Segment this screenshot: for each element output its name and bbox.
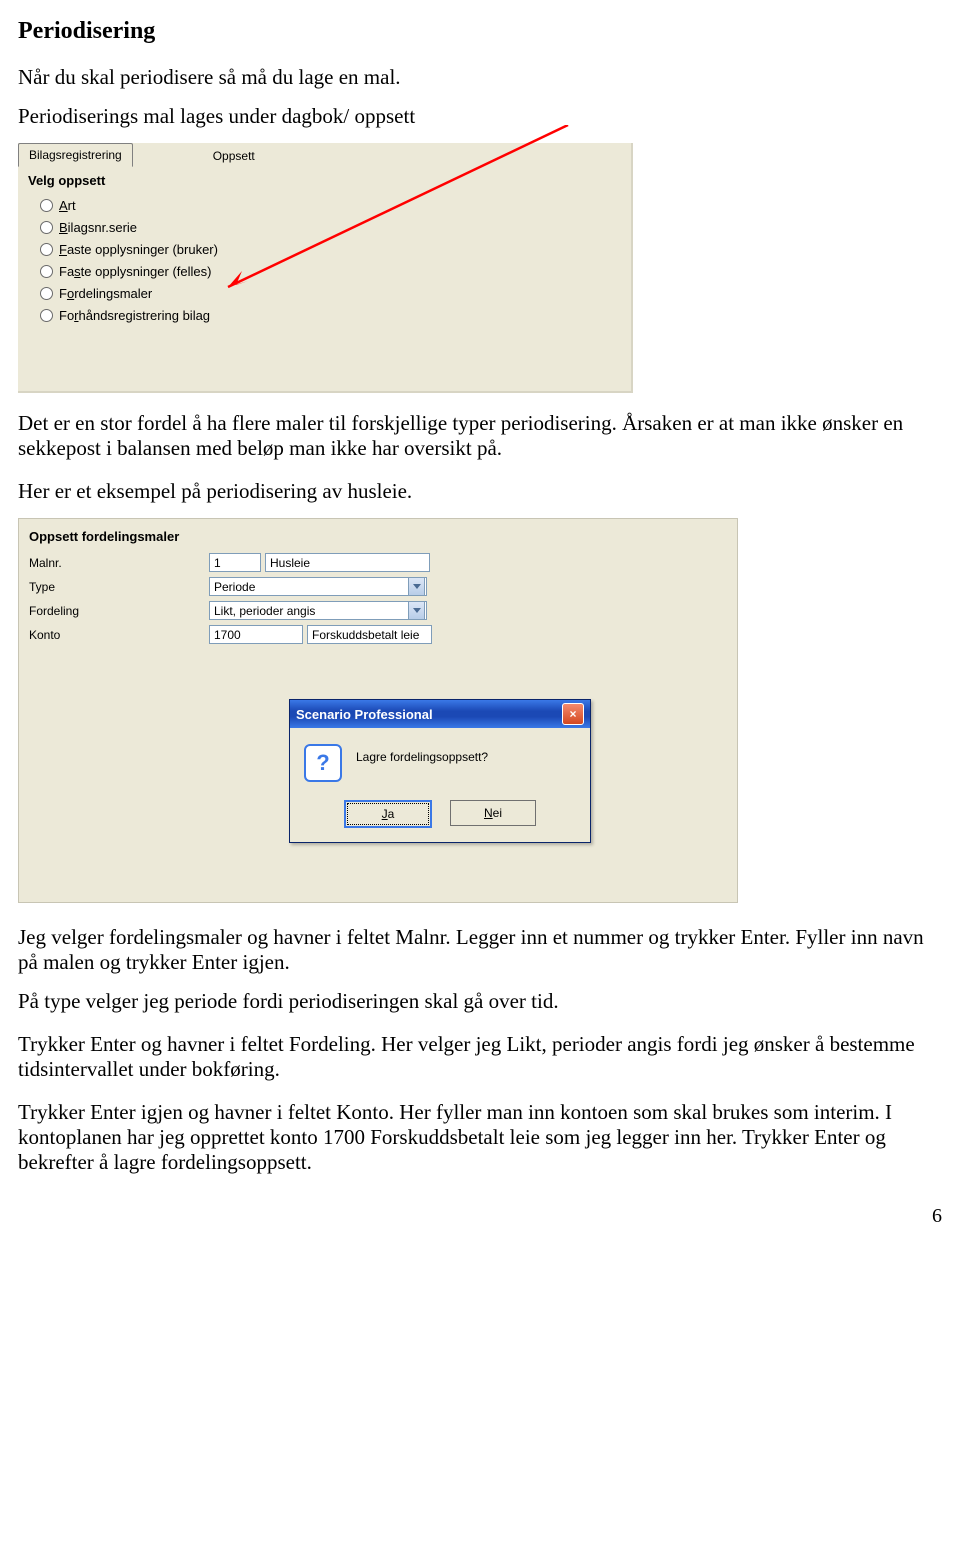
radio-icon: [40, 199, 53, 212]
dialog-titlebar: Scenario Professional ×: [290, 700, 590, 728]
body-para-2: På type velger jeg periode fordi periodi…: [18, 989, 942, 1014]
radio-icon: [40, 243, 53, 256]
fordeling-label: Fordeling: [29, 604, 209, 618]
yes-button[interactable]: ​Ja: [344, 800, 432, 828]
oppsett-panel: Bilagsregistrering Oppsett Velg oppsett …: [18, 143, 633, 393]
type-select[interactable]: Periode: [209, 577, 427, 596]
dialog-title: Scenario Professional: [296, 707, 433, 722]
tab-oppsett[interactable]: Oppsett: [203, 144, 265, 167]
malnr-label: Malnr.: [29, 556, 209, 570]
page-title: Periodisering: [18, 18, 942, 45]
radio-fordelingsmaler[interactable]: Fordelingsmaler: [40, 282, 631, 304]
intro-line-1: Når du skal periodisere så må du lage en…: [18, 65, 942, 90]
radio-icon: [40, 309, 53, 322]
page-number: 6: [18, 1205, 942, 1228]
radio-label: Bilagsnr.serie: [59, 220, 137, 235]
radio-list: Art Bilagsnr.serie Faste opplysninger (b…: [40, 194, 631, 326]
malnr-field[interactable]: 1: [209, 553, 261, 572]
row-type: Type Periode: [29, 577, 427, 596]
tab-bar: Bilagsregistrering Oppsett: [18, 143, 631, 167]
radio-label: Fordelingsmaler: [59, 286, 152, 301]
radio-label: Forhåndsregistrering bilag: [59, 308, 210, 323]
row-malnr: Malnr. 1 Husleie: [29, 553, 430, 572]
radio-label: Art: [59, 198, 76, 213]
mid-para-1: Det er en stor fordel å ha flere maler t…: [18, 411, 942, 461]
intro-line-2: Periodiserings mal lages under dagbok/ o…: [18, 104, 942, 129]
radio-art[interactable]: Art: [40, 194, 631, 216]
fordelingsmaler-panel: Oppsett fordelingsmaler Malnr. 1 Husleie…: [18, 518, 738, 903]
radio-label: Faste opplysninger (felles): [59, 264, 211, 279]
type-label: Type: [29, 580, 209, 594]
body-para-4: Trykker Enter igjen og havner i feltet K…: [18, 1100, 942, 1175]
row-fordeling: Fordeling Likt, perioder angis: [29, 601, 427, 620]
confirm-dialog: Scenario Professional × ? Lagre fordelin…: [289, 699, 591, 843]
konto-field[interactable]: 1700: [209, 625, 303, 644]
body-para-3: Trykker Enter og havner i feltet Fordeli…: [18, 1032, 942, 1082]
row-konto: Konto 1700 Forskuddsbetalt leie: [29, 625, 432, 644]
dialog-message: Lagre fordelingsoppsett?: [356, 744, 488, 764]
group-title: Oppsett fordelingsmaler: [29, 529, 179, 544]
radio-bilagsnr[interactable]: Bilagsnr.serie: [40, 216, 631, 238]
radio-faste-bruker[interactable]: Faste opplysninger (bruker): [40, 238, 631, 260]
tab-bilagsregistrering[interactable]: Bilagsregistrering: [18, 143, 133, 167]
fordeling-select[interactable]: Likt, perioder angis: [209, 601, 427, 620]
fieldset-label: Velg oppsett: [28, 173, 631, 188]
chevron-down-icon: [408, 601, 425, 620]
mid-para-2: Her er et eksempel på periodisering av h…: [18, 479, 942, 504]
close-icon[interactable]: ×: [562, 703, 584, 725]
body-para-1: Jeg velger fordelingsmaler og havner i f…: [18, 925, 942, 975]
no-button[interactable]: Nei: [450, 800, 536, 826]
radio-forhandsreg[interactable]: Forhåndsregistrering bilag: [40, 304, 631, 326]
fordeling-value: Likt, perioder angis: [214, 604, 315, 618]
type-value: Periode: [214, 580, 255, 594]
radio-icon: [40, 221, 53, 234]
question-icon: ?: [304, 744, 342, 782]
chevron-down-icon: [408, 577, 425, 596]
malnr-name-field[interactable]: Husleie: [265, 553, 430, 572]
radio-icon: [40, 287, 53, 300]
radio-faste-felles[interactable]: Faste opplysninger (felles): [40, 260, 631, 282]
konto-name-field[interactable]: Forskuddsbetalt leie: [307, 625, 432, 644]
radio-label: Faste opplysninger (bruker): [59, 242, 218, 257]
radio-icon: [40, 265, 53, 278]
konto-label: Konto: [29, 628, 209, 642]
